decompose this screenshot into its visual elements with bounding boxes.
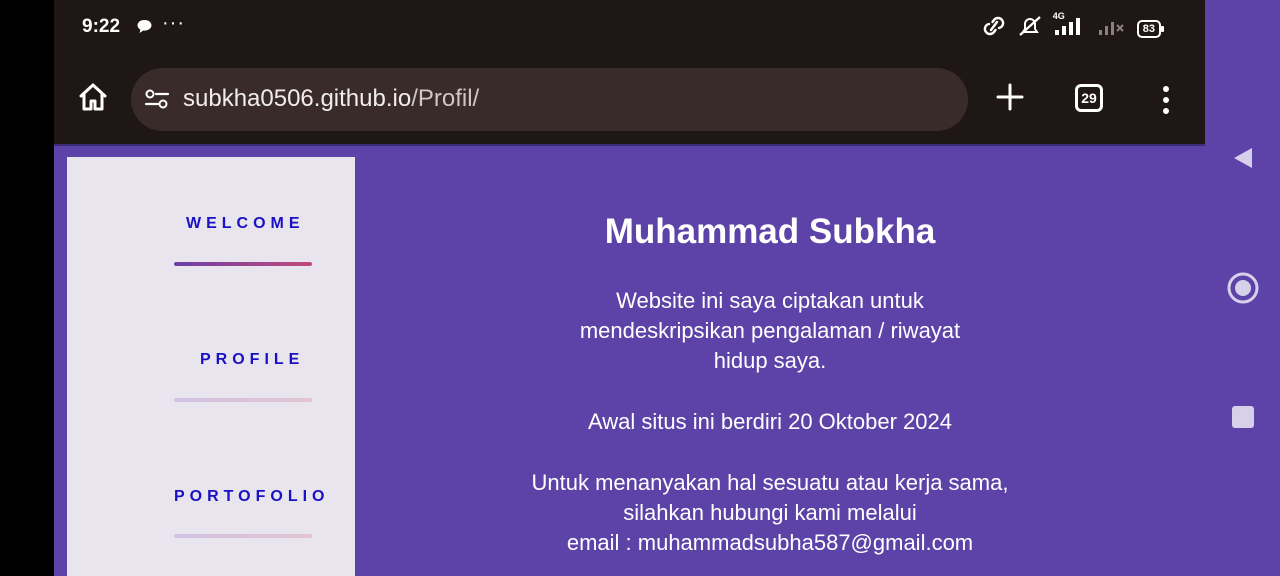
recents-icon[interactable] xyxy=(1205,405,1280,429)
phone-screen: 9:22 ··· 4G 83 subkha0506.github.io/Prof… xyxy=(54,0,1205,576)
home-icon[interactable] xyxy=(76,80,110,114)
nav-portofolio[interactable]: PORTOFOLIO xyxy=(174,488,329,506)
signal-no-service-icon xyxy=(1097,15,1127,42)
main-content: Muhammad Subkha Website ini saya ciptaka… xyxy=(355,146,1185,576)
url-path: /Profil/ xyxy=(411,85,480,112)
new-tab-icon[interactable] xyxy=(994,81,1026,113)
description-line: hidup saya. xyxy=(713,348,827,373)
status-icons: 4G 83 xyxy=(981,11,1165,42)
back-icon[interactable] xyxy=(1205,145,1280,171)
overflow-menu-icon[interactable] xyxy=(1156,85,1176,115)
contact-email: email : muhammadsubha587@gmail.com xyxy=(566,530,974,555)
system-navigation-bar xyxy=(1205,0,1280,576)
description-paragraph: Website ini saya ciptakan untuk mendeskr… xyxy=(355,286,1185,376)
tab-switcher-button[interactable]: 29 xyxy=(1075,84,1103,112)
nav-welcome[interactable]: WELCOME xyxy=(186,215,305,233)
link-icon xyxy=(981,15,1007,42)
nav-profile-underline xyxy=(174,398,312,402)
screen-edge xyxy=(0,0,54,576)
sidebar-nav: WELCOME PROFILE PORTOFOLIO xyxy=(67,157,355,576)
contact-paragraph: Untuk menanyakan hal sesuatu atau kerja … xyxy=(355,468,1185,558)
status-time: 9:22 xyxy=(82,16,121,37)
url-domain: subkha0506.github.io xyxy=(183,85,412,112)
chat-notification-icon xyxy=(136,19,153,39)
description-line: mendeskripsikan pengalaman / riwayat xyxy=(579,318,961,343)
site-settings-icon[interactable] xyxy=(144,88,170,115)
more-notifications-icon: ··· xyxy=(162,12,185,34)
home-circle-icon[interactable] xyxy=(1205,271,1280,305)
battery-icon: 83 xyxy=(1136,19,1165,38)
contact-line: silahkan hubungi kami melalui xyxy=(623,500,917,525)
nav-profile[interactable]: PROFILE xyxy=(200,351,304,369)
vibrate-off-icon xyxy=(1017,15,1043,42)
description-line: Website ini saya ciptakan untuk xyxy=(616,288,924,313)
page-title: Muhammad Subkha xyxy=(604,212,936,251)
status-bar: 9:22 ··· 4G 83 xyxy=(54,0,1205,56)
url-text: subkha0506.github.io/Profil/ xyxy=(183,85,479,113)
nav-portofolio-underline xyxy=(174,534,312,538)
contact-line: Untuk menanyakan hal sesuatu atau kerja … xyxy=(531,470,1009,495)
signal-4g-icon: 4G xyxy=(1053,11,1087,42)
network-type: 4G xyxy=(1052,11,1065,21)
founded-text: Awal situs ini berdiri 20 Oktober 2024 xyxy=(587,409,952,434)
browser-toolbar: subkha0506.github.io/Profil/ 29 xyxy=(54,56,1205,144)
nav-welcome-underline xyxy=(174,262,312,266)
address-bar[interactable]: subkha0506.github.io/Profil/ xyxy=(131,68,968,131)
